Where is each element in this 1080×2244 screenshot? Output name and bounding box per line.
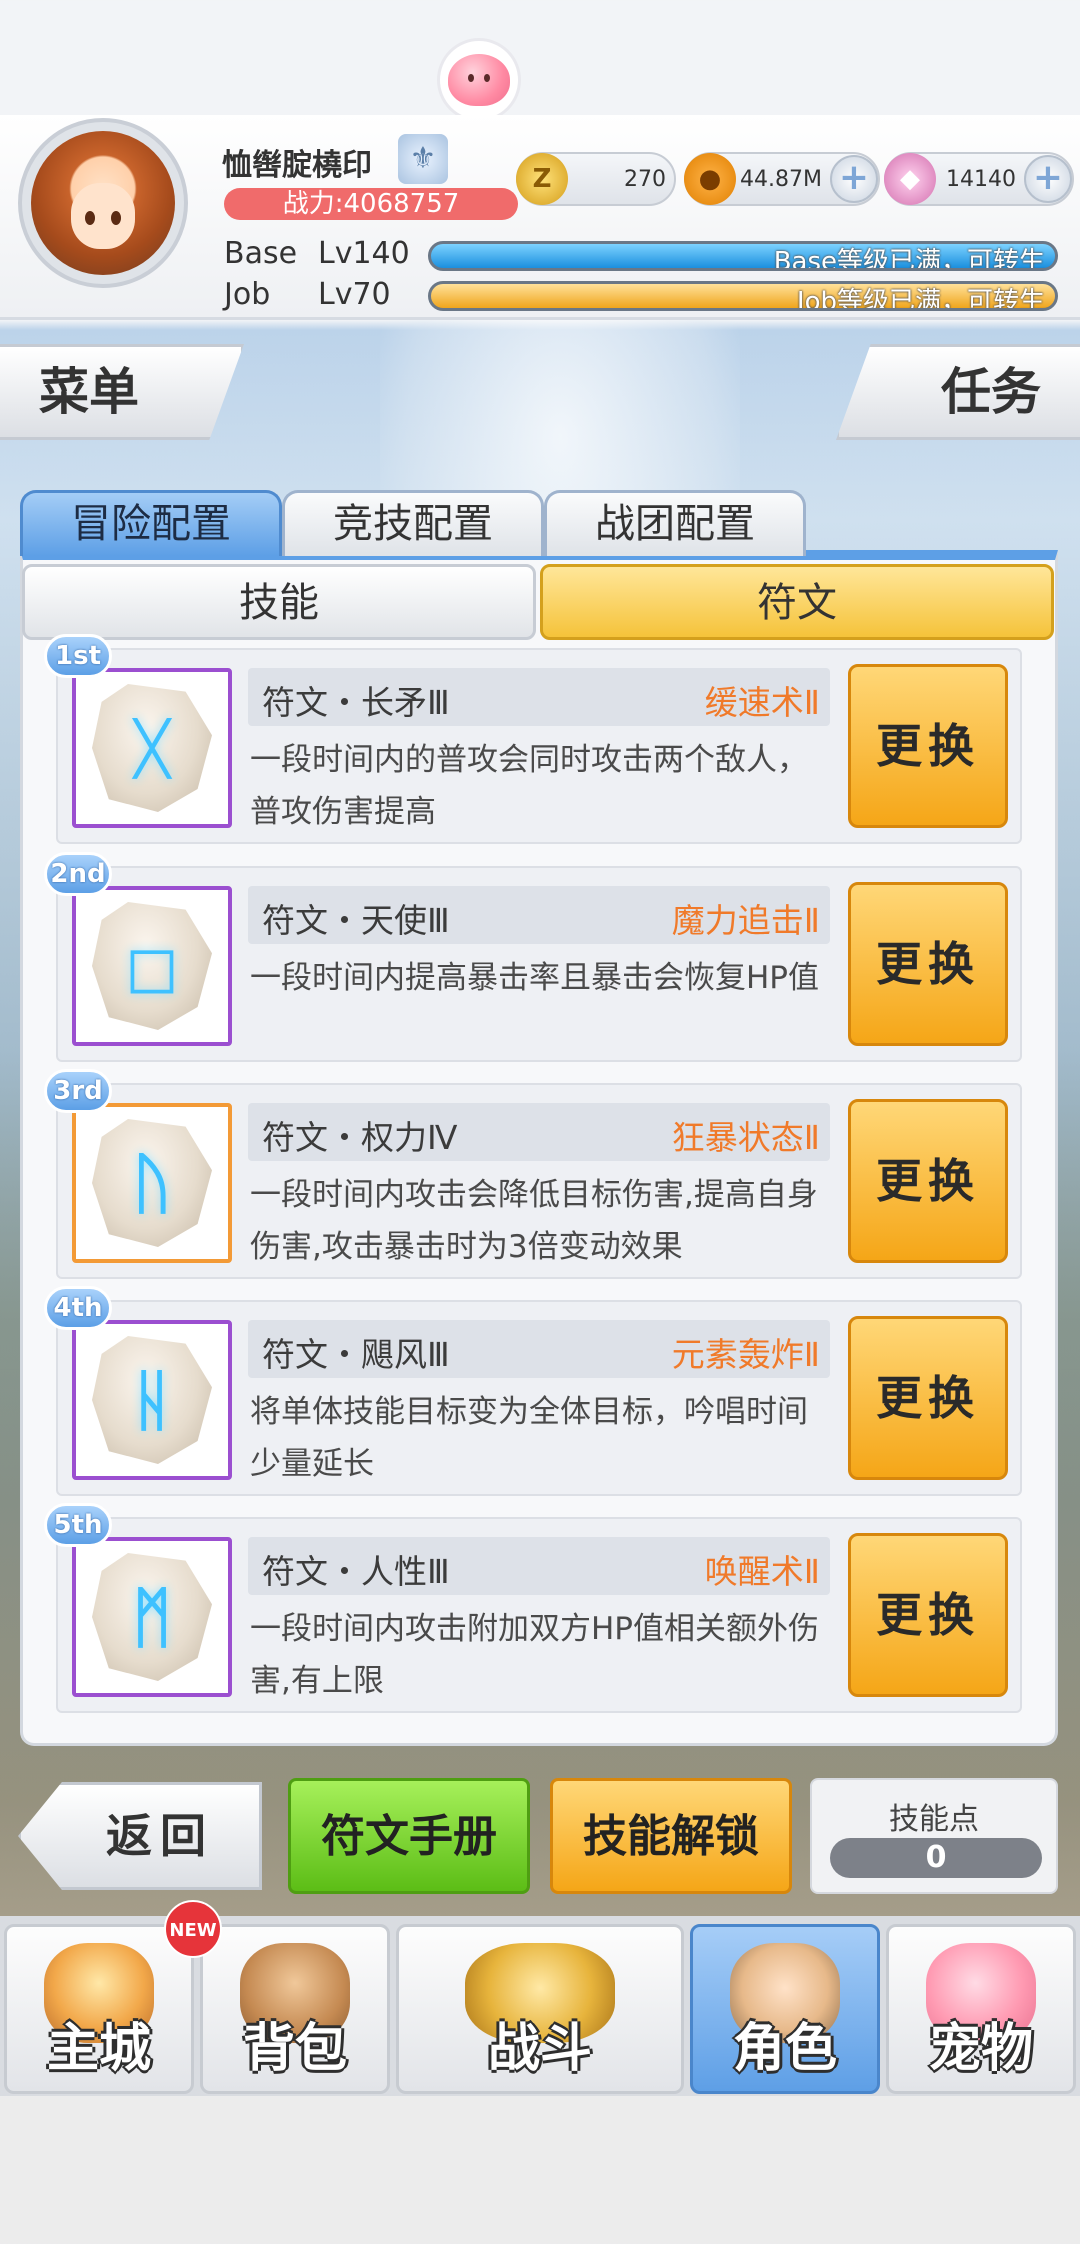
tab-adventure-config[interactable]: 冒险配置: [20, 490, 282, 556]
currency-zeny-value: 270: [624, 166, 666, 192]
currency-gem: ◆ 14140 +: [884, 152, 1074, 206]
rank-badge: 1st: [44, 634, 112, 678]
rank-badge: 3rd: [44, 1069, 112, 1113]
nav-backpack[interactable]: 背包: [200, 1924, 390, 2094]
rune-linked-skill: 缓速术Ⅱ: [704, 683, 820, 722]
back-button[interactable]: 返回: [18, 1782, 262, 1890]
zeny-coin-icon: Z: [516, 153, 568, 205]
rune-icon-frame[interactable]: ᚷ: [72, 668, 232, 828]
rune-slot: 5th ᛗ 符文・人性Ⅲ 唤醒术Ⅱ 一段时间内攻击附加双方HP值相关额外伤害,有…: [44, 1503, 1022, 1713]
base-exp-bar: Base等级已满，可转生: [428, 241, 1058, 271]
skill-points-box: 技能点 0: [810, 1778, 1058, 1894]
bottom-nav: 主城 背包 战斗 角色 宠物: [0, 1916, 1080, 2096]
job-label: Job: [224, 277, 271, 312]
base-label: Base: [224, 236, 298, 271]
currency-zeny: Z 270: [516, 152, 676, 206]
rune-linked-skill: 狂暴状态Ⅱ: [671, 1118, 820, 1157]
rune-slot: 2nd ◻ 符文・天使Ⅲ 魔力追击Ⅱ 一段时间内提高暴击率且暴击会恢复HP值 更…: [44, 852, 1022, 1062]
nav-main-city[interactable]: 主城: [4, 1924, 194, 2094]
rune-name: 符文・人性Ⅲ: [262, 1552, 450, 1591]
rune-name: 符文・权力Ⅳ: [262, 1118, 458, 1157]
nav-battle[interactable]: 战斗: [396, 1924, 684, 2094]
rune-name: 符文・天使Ⅲ: [262, 901, 450, 940]
skill-unlock-button[interactable]: 技能解锁: [550, 1778, 792, 1894]
swap-rune-button[interactable]: 更换: [848, 1099, 1008, 1263]
nav-label: 主城: [46, 2019, 151, 2079]
rune-description: 将单体技能目标变为全体目标，吟唱时间少量延长: [250, 1394, 808, 1482]
combat-power: 战力:4068757: [224, 188, 518, 220]
rune-description: 一段时间内提高暴击率且暴击会恢复HP值: [250, 960, 820, 996]
add-gem-button[interactable]: +: [1024, 155, 1072, 203]
swap-rune-button[interactable]: 更换: [848, 1316, 1008, 1480]
subtab-runes[interactable]: 符文: [540, 564, 1054, 640]
rune-name: 符文・飓风Ⅲ: [262, 1335, 450, 1374]
rune-linked-skill: 魔力追击Ⅱ: [671, 901, 820, 940]
base-exp-status: Base等级已满，可转生: [773, 247, 1045, 271]
job-exp-bar: Job等级已满，可转生: [428, 281, 1058, 311]
skill-points-label: 技能点: [889, 1802, 979, 1837]
rune-linked-skill: 唤醒术Ⅱ: [704, 1552, 820, 1591]
new-badge: NEW: [164, 1900, 222, 1958]
rank-badge: 5th: [44, 1503, 112, 1547]
nav-label: 宠物: [928, 2019, 1033, 2079]
currency-gold-value: 44.87M: [740, 166, 822, 192]
rune-stone-icon: ᛗ: [92, 1553, 212, 1681]
rune-stone-icon: ◻: [92, 902, 212, 1030]
skill-points-value: 0: [830, 1838, 1042, 1878]
nav-pet[interactable]: 宠物: [886, 1924, 1076, 2094]
rune-slot: 3rd ᚢ 符文・权力Ⅳ 狂暴状态Ⅱ 一段时间内攻击会降低目标伤害,提高自身伤害…: [44, 1069, 1022, 1279]
job-level: Lv70: [318, 277, 391, 312]
swap-rune-button[interactable]: 更换: [848, 1533, 1008, 1697]
base-level: Lv140: [318, 236, 410, 271]
rune-title-bar: 符文・长矛Ⅲ 缓速术Ⅱ: [248, 668, 830, 726]
rune-title-bar: 符文・天使Ⅲ 魔力追击Ⅱ: [248, 886, 830, 944]
rune-handbook-button[interactable]: 符文手册: [288, 1778, 530, 1894]
rune-icon-frame[interactable]: ᚢ: [72, 1103, 232, 1263]
rune-stone-icon: ᚷ: [92, 684, 212, 812]
currency-gold: ● 44.87M +: [684, 152, 880, 206]
rune-slot: 4th ᚺ 符文・飓风Ⅲ 元素轰炸Ⅱ 将单体技能目标变为全体目标，吟唱时间少量延…: [44, 1286, 1022, 1496]
diamond-icon: ◆: [884, 153, 936, 205]
job-exp-status: Job等级已满，可转生: [796, 287, 1045, 311]
rune-title-bar: 符文・飓风Ⅲ 元素轰炸Ⅱ: [248, 1320, 830, 1378]
rune-description: 一段时间内攻击会降低目标伤害,提高自身伤害,攻击暴击时为3倍变动效果: [250, 1177, 818, 1265]
rune-stone-icon: ᚺ: [92, 1336, 212, 1464]
nav-label: 战斗: [487, 2019, 592, 2079]
rune-icon-frame[interactable]: ᛗ: [72, 1537, 232, 1697]
quest-button[interactable]: 任务: [836, 344, 1080, 440]
tab-arena-config[interactable]: 竞技配置: [282, 490, 544, 556]
rank-badge: 2nd: [44, 852, 112, 896]
rune-description: 一段时间内攻击附加双方HP值相关额外伤害,有上限: [250, 1611, 820, 1699]
subtab-skills[interactable]: 技能: [22, 564, 536, 640]
menu-button[interactable]: 菜单: [0, 344, 244, 440]
rune-icon-frame[interactable]: ◻: [72, 886, 232, 1046]
add-gold-button[interactable]: +: [830, 155, 878, 203]
player-avatar[interactable]: [18, 118, 188, 288]
avatar-portrait: [31, 131, 175, 275]
nav-label: 背包: [242, 2019, 347, 2079]
rune-icon-frame[interactable]: ᚺ: [72, 1320, 232, 1480]
rune-description: 一段时间内的普攻会同时攻击两个敌人，普攻伤害提高: [250, 742, 808, 830]
rune-linked-skill: 元素轰炸Ⅱ: [671, 1335, 820, 1374]
nav-character[interactable]: 角色: [690, 1924, 880, 2094]
tab-guild-config[interactable]: 战团配置: [544, 490, 806, 556]
gold-coin-icon: ●: [684, 153, 736, 205]
rune-title-bar: 符文・权力Ⅳ 狂暴状态Ⅱ: [248, 1103, 830, 1161]
rank-badge: 4th: [44, 1286, 112, 1330]
rune-stone-icon: ᚢ: [92, 1119, 212, 1247]
rune-name: 符文・长矛Ⅲ: [262, 683, 450, 722]
rank-crest-icon[interactable]: ⚜: [398, 134, 448, 184]
rune-title-bar: 符文・人性Ⅲ 唤醒术Ⅱ: [248, 1537, 830, 1595]
player-name: 恤辔腚橈印: [222, 148, 372, 183]
currency-gem-value: 14140: [946, 166, 1016, 192]
swap-rune-button[interactable]: 更换: [848, 882, 1008, 1046]
rune-slot: 1st ᚷ 符文・长矛Ⅲ 缓速术Ⅱ 一段时间内的普攻会同时攻击两个敌人，普攻伤害…: [44, 634, 1022, 844]
swap-rune-button[interactable]: 更换: [848, 664, 1008, 828]
nav-label: 角色: [732, 2019, 837, 2079]
pet-poring-icon[interactable]: [437, 38, 521, 122]
